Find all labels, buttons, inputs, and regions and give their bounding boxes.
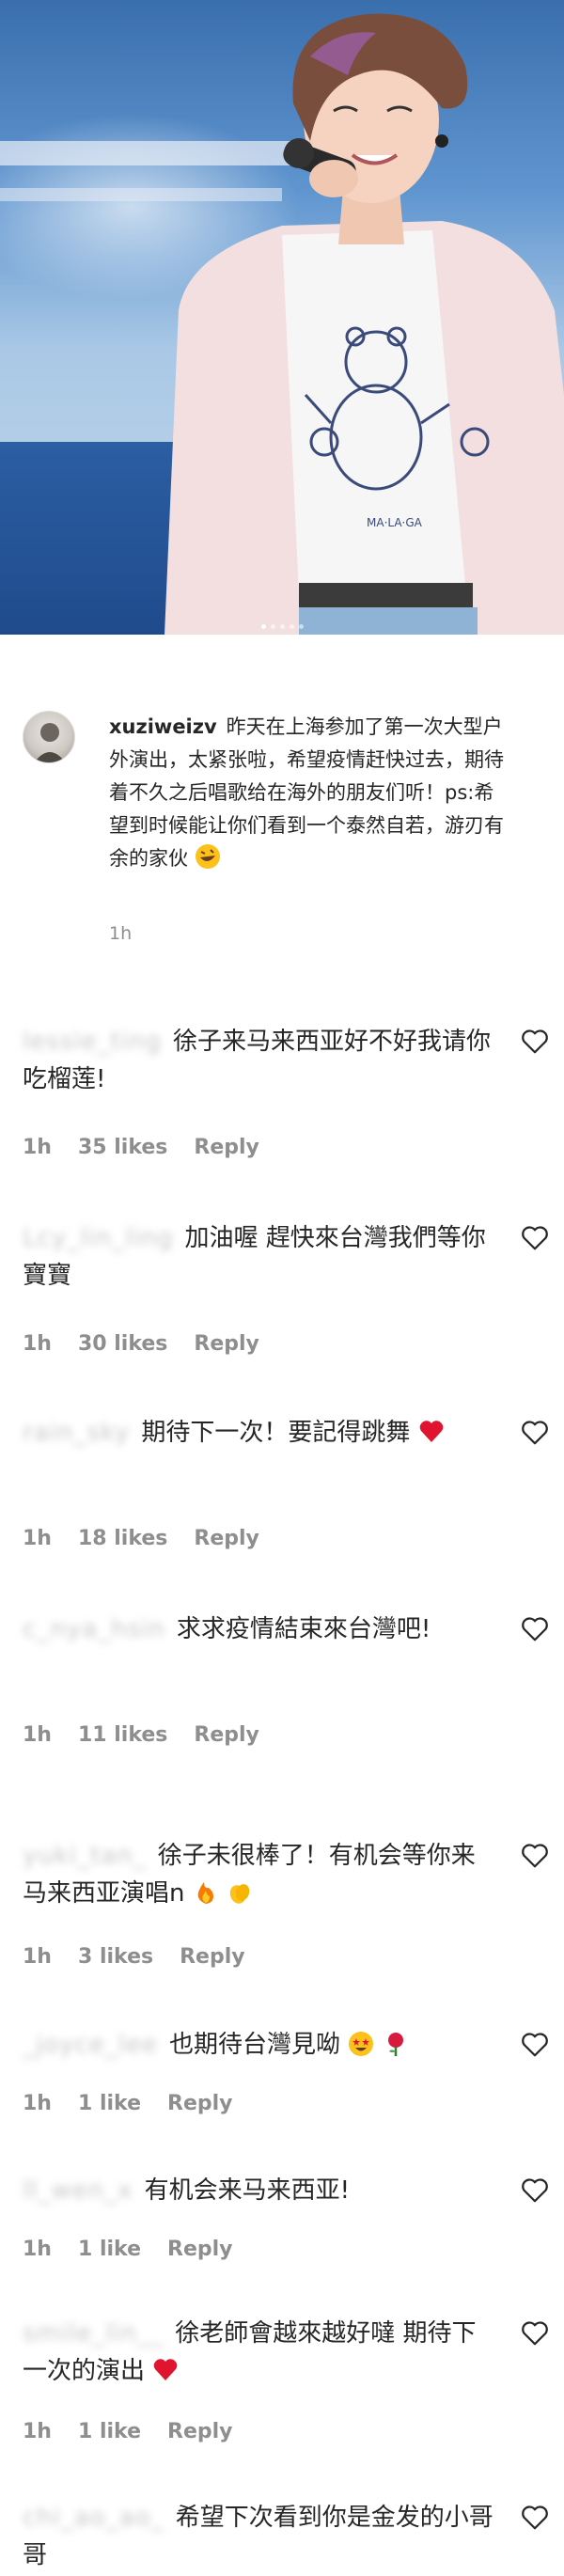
comment-likes[interactable]: 3 likes — [78, 1945, 153, 1969]
comment-time: 1h — [23, 1723, 52, 1747]
comment-item: lessie_ting 徐子来马来西亚好不好我请你吃榴莲! 1h 35 likes R… — [23, 1023, 549, 1159]
reply-button[interactable]: Reply — [194, 1723, 259, 1747]
reply-button[interactable]: Reply — [167, 2420, 233, 2443]
comment-likes[interactable]: 35 likes — [78, 1136, 167, 1159]
comment-meta: 1h 1 like Reply — [23, 2092, 259, 2115]
comment-text-block: ll_wen_x 有机会来马来西亚! — [23, 2172, 497, 2209]
comment-likes[interactable]: 11 likes — [78, 1723, 167, 1747]
reply-button[interactable]: Reply — [194, 1527, 259, 1550]
comment-likes[interactable]: 30 likes — [78, 1332, 167, 1356]
heart-outline-icon[interactable] — [521, 2177, 549, 2204]
comment-username[interactable]: rain_sky — [23, 1414, 130, 1452]
comment-item: Lcy_lin_ling 加油喔 趕快來台灣我們等你寶寶 1h 30 likes Re… — [23, 1219, 549, 1356]
comment-body: 求求疫情結束來台灣吧! — [176, 1615, 431, 1643]
heart-outline-icon[interactable] — [521, 2032, 549, 2058]
comment-time: 1h — [23, 1136, 52, 1159]
comment-meta: 1h 1 like Reply — [23, 2420, 259, 2443]
caption-username[interactable]: xuziweizv — [109, 715, 217, 738]
comment-item: ll_wen_x 有机会来马来西亚! 1h 1 like Reply — [23, 2172, 549, 2261]
comment-item: rain_sky 期待下一次！要記得跳舞 1h 18 likes Reply — [23, 1414, 549, 1550]
svg-text:MA·LA·GA: MA·LA·GA — [367, 516, 423, 529]
comment-username[interactable]: Lcy_lin_ling — [23, 1219, 174, 1257]
comment-time: 1h — [23, 1527, 52, 1550]
carousel-dot — [260, 624, 266, 629]
caption-timestamp: 1h — [109, 923, 133, 944]
comment-time: 1h — [23, 2092, 52, 2115]
comment-likes[interactable]: 1 like — [78, 2092, 141, 2115]
comment-meta: 1h 3 likes Reply — [23, 1945, 272, 1969]
reply-button[interactable]: Reply — [194, 1332, 259, 1356]
comment-username[interactable]: chi_ao_ao_ — [23, 2499, 164, 2537]
reply-button[interactable]: Reply — [167, 2238, 233, 2261]
comment-meta: 1h 18 likes Reply — [23, 1527, 286, 1550]
caption-body: 昨天在上海参加了第一次大型户外演出，太紧张啦，希望疫情赶快过去，期待着不久之后唱… — [109, 715, 504, 870]
avatar[interactable] — [23, 711, 75, 763]
comment-time: 1h — [23, 2238, 52, 2261]
singer-figure: MA·LA·GA — [164, 13, 564, 635]
comment-text-block: smile_lin__ 徐老師會越來越好噠 期待下一次的演出 — [23, 2315, 497, 2390]
comment-text-block: rain_sky 期待下一次！要記得跳舞 — [23, 1414, 497, 1452]
comment-body: 期待下一次！要記得跳舞 — [141, 1419, 411, 1447]
heart-outline-icon[interactable] — [521, 1029, 549, 1055]
caption-text-block: xuziweizv 昨天在上海参加了第一次大型户外演出，太紧张啦，希望疫情赶快过去… — [109, 711, 513, 875]
rolling-laughing-emoji — [195, 844, 220, 869]
comment-item: c_nya_hsin 求求疫情結束來台灣吧! 1h 11 likes Reply — [23, 1610, 549, 1747]
comment-item: yuki_tan_ 徐子未很棒了！有机会等你来马来西亚演唱n 1h 3 likes R… — [23, 1837, 549, 1969]
carousel-dot — [279, 624, 285, 629]
comment-text-block: yuki_tan_ 徐子未很棒了！有机会等你来马来西亚演唱n — [23, 1837, 497, 1912]
carousel-dot — [270, 624, 275, 629]
comment-meta: 1h 1 like Reply — [23, 2238, 259, 2261]
comment-time: 1h — [23, 1332, 52, 1356]
comment-likes[interactable]: 18 likes — [78, 1527, 167, 1550]
reply-button[interactable]: Reply — [167, 2092, 233, 2115]
heart-outline-icon[interactable] — [521, 2505, 549, 2531]
comment-text-block: _joyce_lee 也期待台灣見呦 — [23, 2026, 497, 2064]
comment-text-block: Lcy_lin_ling 加油喔 趕快來台灣我們等你寶寶 — [23, 1219, 497, 1295]
comment-time: 1h — [23, 1945, 52, 1969]
carousel-indicator — [0, 624, 564, 629]
reply-button[interactable]: Reply — [180, 1945, 245, 1969]
comment-username[interactable]: c_nya_hsin — [23, 1610, 165, 1648]
fire-emoji — [197, 1882, 213, 1904]
comment-time: 1h — [23, 2420, 52, 2443]
comment-username[interactable]: lessie_ting — [23, 1023, 162, 1060]
clapping-hands-emoji — [229, 1884, 250, 1904]
comment-body: 也期待台灣見呦 — [169, 2031, 341, 2059]
comment-meta: 1h 11 likes Reply — [23, 1723, 286, 1747]
reply-button[interactable]: Reply — [194, 1136, 259, 1159]
comment-body: 有机会来马来西亚! — [144, 2176, 351, 2205]
heart-outline-icon[interactable] — [521, 1843, 549, 1869]
comment-username[interactable]: yuki_tan_ — [23, 1837, 147, 1875]
heart-outline-icon[interactable] — [521, 1420, 549, 1446]
carousel-dot — [289, 624, 294, 629]
post-photo[interactable]: MA·LA·GA — [0, 0, 564, 635]
comment-meta: 1h 35 likes Reply — [23, 1136, 286, 1159]
comment-item: smile_lin__ 徐老師會越來越好噠 期待下一次的演出 1h 1 like Re… — [23, 2315, 549, 2443]
comment-username[interactable]: ll_wen_x — [23, 2172, 133, 2209]
heart-outline-icon[interactable] — [521, 1225, 549, 1251]
comment-username[interactable]: smile_lin__ — [23, 2315, 164, 2352]
comment-likes[interactable]: 1 like — [78, 2238, 141, 2261]
carousel-dot — [298, 624, 304, 629]
comment-text-block: lessie_ting 徐子来马来西亚好不好我请你吃榴莲! — [23, 1023, 497, 1098]
comment-meta: 1h 30 likes Reply — [23, 1332, 286, 1356]
comment-item: _joyce_lee 也期待台灣見呦 1h 1 like Reply — [23, 2026, 549, 2115]
comment-item: chi_ao_ao_ 希望下次看到你是金发的小哥哥 — [23, 2499, 549, 2574]
comment-likes[interactable]: 1 like — [78, 2420, 141, 2443]
red-heart-emoji — [153, 2359, 178, 2380]
heart-outline-icon[interactable] — [521, 1616, 549, 1642]
avatar-image — [34, 723, 66, 762]
red-heart-emoji — [419, 1421, 443, 1442]
comment-text-block: c_nya_hsin 求求疫情結束來台灣吧! — [23, 1610, 497, 1648]
star-struck-emoji — [349, 2032, 374, 2056]
rose-emoji — [387, 2033, 403, 2056]
comment-text-block: chi_ao_ao_ 希望下次看到你是金发的小哥哥 — [23, 2499, 497, 2574]
heart-outline-icon[interactable] — [521, 2320, 549, 2347]
comment-username[interactable]: _joyce_lee — [23, 2026, 158, 2064]
